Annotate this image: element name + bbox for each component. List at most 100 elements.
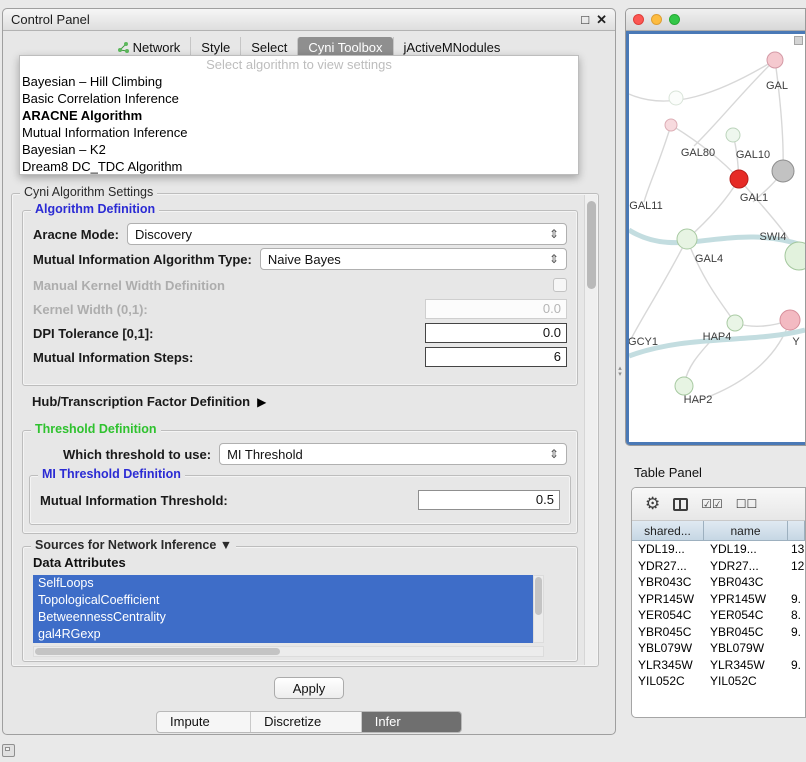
float-window-icon[interactable]: □ bbox=[581, 13, 589, 26]
network-node[interactable] bbox=[665, 119, 677, 131]
attribute-item-selected[interactable]: gal4RGexp bbox=[33, 626, 533, 643]
apply-button[interactable]: Apply bbox=[274, 677, 344, 699]
attribute-item-selected[interactable]: SelfLoops bbox=[33, 575, 533, 592]
close-traffic-light[interactable] bbox=[633, 14, 644, 25]
cell: YER054C bbox=[704, 608, 788, 622]
hub-definition-label: Hub/Transcription Factor Definition bbox=[32, 394, 250, 409]
columns-icon[interactable] bbox=[673, 498, 688, 511]
column-header-cut[interactable] bbox=[788, 521, 805, 541]
close-icon[interactable]: ✕ bbox=[596, 13, 607, 26]
table-panel-window: ⚙ ☑☑ ☐☐ shared... name YDL19...YDL19...1… bbox=[631, 487, 806, 718]
cell: YDL19... bbox=[704, 542, 788, 556]
algorithm-dropdown-popup: Select algorithm to view settings Bayesi… bbox=[19, 55, 579, 175]
tab-label: Select bbox=[251, 40, 287, 55]
network-node[interactable] bbox=[726, 128, 740, 142]
table-row[interactable]: YBR045CYBR045C9. bbox=[632, 624, 805, 641]
network-node-pink[interactable] bbox=[780, 310, 800, 330]
tab-label: Cyni Toolbox bbox=[308, 40, 382, 55]
table-toolbar: ⚙ ☑☑ ☐☐ bbox=[632, 488, 805, 521]
scrollbar-thumb[interactable] bbox=[35, 648, 280, 655]
application-root: Control Panel □ ✕ Network Style Select C… bbox=[0, 0, 806, 762]
tab-infer-network[interactable]: Infer Network bbox=[361, 712, 461, 732]
network-node[interactable] bbox=[767, 52, 783, 68]
combo-arrows-icon: ⇕ bbox=[549, 447, 559, 461]
cyni-algorithm-settings-group: Cyni Algorithm Settings Algorithm Defini… bbox=[11, 193, 599, 667]
scrollbar-thumb[interactable] bbox=[535, 577, 542, 615]
network-node-label: SWI4 bbox=[760, 231, 787, 243]
table-row[interactable]: YBR043CYBR043C bbox=[632, 574, 805, 591]
select-all-checkboxes-icon[interactable]: ☑☑ bbox=[701, 497, 723, 511]
network-edge bbox=[775, 60, 783, 171]
network-node-label: GAL bbox=[766, 80, 788, 92]
algorithm-option[interactable]: Bayesian – K2 bbox=[20, 141, 578, 158]
algorithm-option[interactable]: Mutual Information Inference bbox=[20, 124, 578, 141]
attribute-item-selected[interactable]: BetweennessCentrality bbox=[33, 609, 533, 626]
which-threshold-select[interactable]: MI Threshold ⇕ bbox=[219, 443, 567, 465]
table-panel-title: Table Panel bbox=[634, 465, 702, 480]
zoom-traffic-light[interactable] bbox=[669, 14, 680, 25]
network-node[interactable] bbox=[677, 229, 697, 249]
cell: YBR043C bbox=[632, 575, 704, 589]
algorithm-option[interactable]: Bayesian – Hill Climbing bbox=[20, 73, 578, 90]
network-node[interactable] bbox=[727, 315, 743, 331]
manual-kernel-width-checkbox[interactable] bbox=[553, 278, 567, 292]
cell: YDR27... bbox=[632, 559, 704, 573]
gear-icon[interactable]: ⚙ bbox=[645, 494, 660, 514]
mi-steps-input[interactable]: 6 bbox=[425, 347, 567, 367]
dpi-tolerance-input[interactable]: 0.0 bbox=[425, 323, 567, 343]
hub-definition-expander[interactable]: Hub/Transcription Factor Definition ▶ bbox=[32, 394, 266, 409]
mi-algorithm-type-select[interactable]: Naive Bayes ⇕ bbox=[260, 248, 567, 270]
table-row[interactable]: YER054CYER054C8. bbox=[632, 607, 805, 624]
sources-expander[interactable]: Sources for Network Inference ▼ bbox=[31, 538, 236, 552]
mi-threshold-input[interactable]: 0.5 bbox=[418, 490, 560, 510]
network-node[interactable] bbox=[675, 377, 693, 395]
network-node[interactable] bbox=[785, 242, 805, 270]
algorithm-option[interactable]: Basic Correlation Inference bbox=[20, 90, 578, 107]
tab-impute-data[interactable]: Impute Data bbox=[157, 712, 250, 732]
cyni-bottom-tabs: Impute Data Discretize Data Infer Networ… bbox=[156, 711, 462, 733]
network-node-gray[interactable] bbox=[772, 160, 794, 182]
attribute-item-selected[interactable]: TopologicalCoefficient bbox=[33, 592, 533, 609]
restore-panel-icon[interactable] bbox=[2, 744, 15, 757]
table-row[interactable]: YPR145WYPR145W9. bbox=[632, 591, 805, 608]
table-row[interactable]: YBL079WYBL079W bbox=[632, 640, 805, 657]
cell: 9. bbox=[788, 592, 805, 606]
attributes-vertical-scrollbar[interactable] bbox=[533, 575, 544, 643]
birdseye-toggle[interactable] bbox=[794, 36, 803, 45]
settings-scrollbar[interactable] bbox=[584, 195, 597, 665]
cell: YPR145W bbox=[704, 592, 788, 606]
network-canvas[interactable]: GAL GAL80 GAL10 GAL11 GAL1 SWI4 GAL4 GCY… bbox=[629, 34, 805, 442]
cell: YLR345W bbox=[704, 658, 788, 672]
network-node-red[interactable] bbox=[730, 170, 748, 188]
column-header-name[interactable]: name bbox=[704, 521, 788, 541]
scrollbar-thumb[interactable] bbox=[587, 201, 596, 289]
tab-discretize-data[interactable]: Discretize Data bbox=[250, 712, 361, 732]
kernel-width-label: Kernel Width (0,1): bbox=[33, 302, 148, 317]
attributes-horizontal-scrollbar[interactable] bbox=[33, 646, 544, 657]
table-row[interactable]: YDR27...YDR27...12 bbox=[632, 558, 805, 575]
cell: YIL052C bbox=[632, 674, 704, 688]
algorithm-option-selected[interactable]: ARACNE Algorithm bbox=[20, 107, 578, 124]
panel-splitter[interactable]: ▴ ▾ bbox=[616, 366, 624, 378]
network-edge bbox=[629, 60, 775, 101]
table-header: shared... name bbox=[632, 521, 805, 541]
cell: 13 bbox=[788, 542, 805, 556]
network-edge bbox=[631, 239, 687, 339]
table-row[interactable]: YLR345WYLR345W9. bbox=[632, 657, 805, 674]
algorithm-option[interactable]: Dream8 DC_TDC Algorithm bbox=[20, 158, 578, 175]
deselect-all-checkboxes-icon[interactable]: ☐☐ bbox=[736, 497, 758, 511]
network-node-label: HAP2 bbox=[684, 394, 713, 406]
group-title-text: Sources for Network Inference bbox=[35, 538, 216, 552]
collapse-down-icon: ▼ bbox=[220, 538, 232, 552]
table-row[interactable]: YDL19...YDL19...13 bbox=[632, 541, 805, 558]
aracne-mode-select[interactable]: Discovery ⇕ bbox=[127, 223, 567, 245]
table-row[interactable]: YIL052CYIL052C bbox=[632, 673, 805, 690]
algorithm-dropdown-placeholder: Select algorithm to view settings bbox=[20, 56, 578, 73]
network-node[interactable] bbox=[669, 91, 683, 105]
cell: 12 bbox=[788, 559, 805, 573]
kernel-width-input[interactable]: 0.0 bbox=[425, 299, 567, 319]
column-header-shared-name[interactable]: shared... bbox=[632, 521, 704, 541]
network-node-label: GAL11 bbox=[629, 200, 662, 212]
minimize-traffic-light[interactable] bbox=[651, 14, 662, 25]
tab-label: Network bbox=[133, 40, 181, 55]
